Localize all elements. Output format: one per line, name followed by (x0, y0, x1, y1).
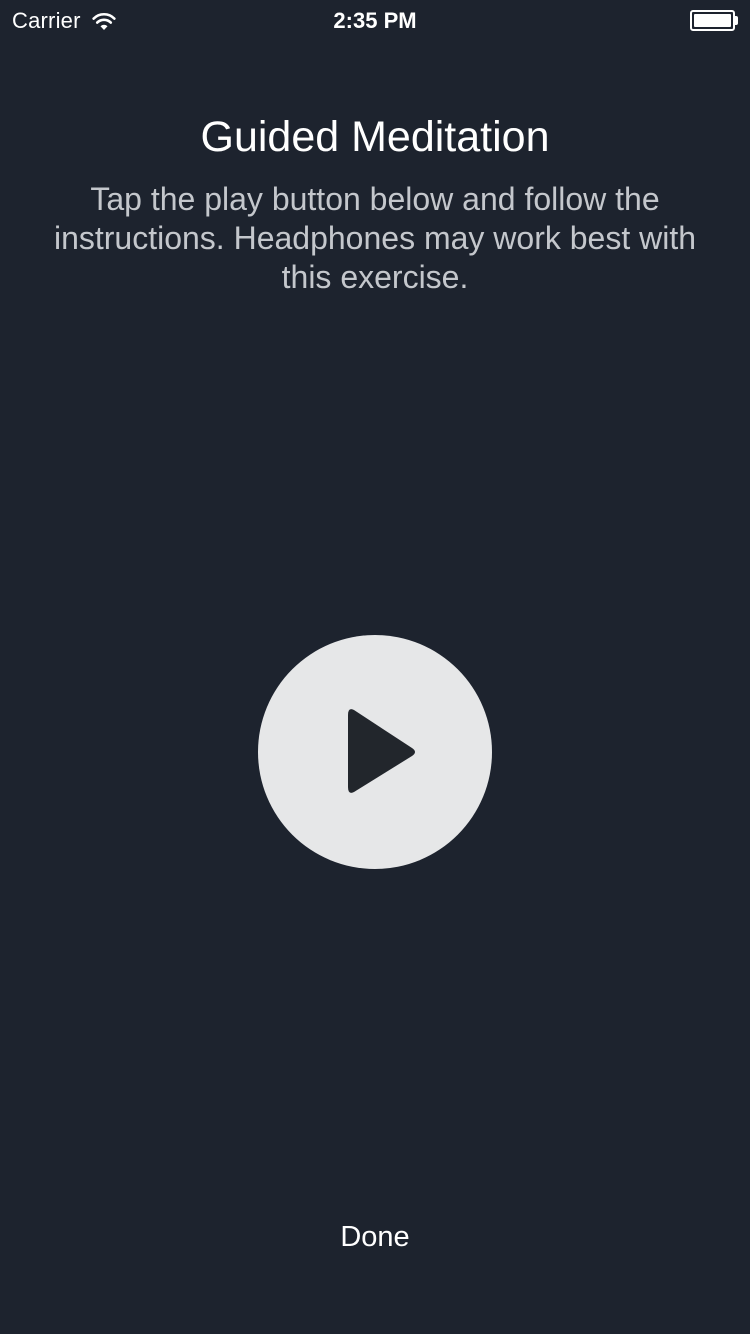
status-time: 2:35 PM (333, 8, 417, 33)
battery-fill (694, 14, 731, 27)
battery-icon (690, 10, 738, 31)
done-button[interactable]: Done (300, 1214, 450, 1260)
play-button[interactable] (258, 635, 492, 869)
instructions-text: Tap the play button below and follow the… (53, 181, 697, 295)
page-title: Guided Meditation (200, 113, 550, 161)
play-icon (348, 709, 415, 793)
battery-tip (735, 16, 738, 25)
status-bar: Carrier 2:35 PM (0, 0, 750, 40)
